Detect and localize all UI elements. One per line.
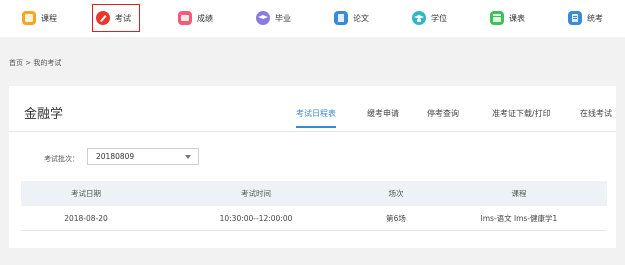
nav-label-degree: 学位 — [431, 13, 447, 23]
nav-label-exam: 考试 — [115, 13, 131, 23]
cell-course: lms-语文 lms-健康学1 — [480, 213, 558, 223]
top-nav: 课程 考试 成绩 毕业 论文 学位 课表 统考 — [0, 0, 625, 37]
header-session: 场次 — [388, 189, 404, 198]
tab-defer-application[interactable]: 缓考申请 — [367, 108, 399, 128]
cell-session: 第6场 — [386, 213, 406, 223]
nav-item-grade[interactable]: 成绩 — [178, 6, 213, 30]
tab-exam-schedule[interactable]: 考试日程表 — [296, 108, 336, 128]
tab-divider — [9, 131, 616, 132]
graduation-icon — [256, 11, 270, 25]
nav-label-unified-exam: 统考 — [587, 13, 603, 23]
header-course: 课程 — [511, 189, 527, 198]
unified-exam-icon — [568, 11, 582, 25]
breadcrumb[interactable]: 首页 > 我的考试 — [9, 58, 61, 68]
tab-bar: 考试日程表 缓考申请 停考查询 准考证下载/打印 在线考试 — [9, 108, 616, 130]
nav-item-unified-exam[interactable]: 统考 — [568, 6, 603, 30]
grade-icon — [178, 11, 192, 25]
tab-admission-ticket[interactable]: 准考证下载/打印 — [492, 108, 551, 128]
cell-exam-time: 10:30:00--12:00:00 — [219, 213, 293, 223]
exam-batch-select[interactable]: 20180809 — [87, 148, 199, 165]
nav-item-graduation[interactable]: 毕业 — [256, 6, 291, 30]
tab-online-exam[interactable]: 在线考试 — [580, 108, 612, 128]
course-icon — [22, 11, 36, 25]
nav-label-schedule: 课表 — [509, 13, 525, 23]
nav-label-grade: 成绩 — [197, 13, 213, 23]
exam-schedule-table: 考试日期 考试时间 场次 课程 2018-08-20 10:30:00--12:… — [21, 181, 607, 231]
nav-label-course: 课程 — [41, 13, 57, 23]
nav-item-schedule[interactable]: 课表 — [490, 6, 525, 30]
nav-item-course[interactable]: 课程 — [22, 6, 57, 30]
table-row: 2018-08-20 10:30:00--12:00:00 第6场 lms-语文… — [21, 206, 607, 231]
exam-batch-label: 考试批次： — [44, 155, 79, 163]
nav-item-degree[interactable]: 学位 — [412, 6, 447, 30]
nav-item-thesis[interactable]: 论文 — [334, 6, 369, 30]
nav-label-graduation: 毕业 — [275, 13, 291, 23]
cell-exam-date: 2018-08-20 — [64, 213, 108, 223]
exam-card: 金融学 考试日程表 缓考申请 停考查询 准考证下载/打印 在线考试 考试批次： … — [9, 86, 616, 248]
nav-item-exam[interactable]: 考试 — [92, 4, 140, 32]
chevron-down-icon — [185, 155, 191, 159]
table-header: 考试日期 考试时间 场次 课程 — [21, 181, 607, 206]
degree-icon — [412, 11, 426, 25]
header-exam-date: 考试日期 — [71, 189, 101, 198]
exam-icon — [96, 11, 110, 25]
header-exam-time: 考试时间 — [241, 189, 271, 198]
thesis-icon — [334, 11, 348, 25]
exam-batch-value: 20180809 — [96, 152, 135, 161]
schedule-icon — [490, 11, 504, 25]
tab-suspension-query[interactable]: 停考查询 — [427, 108, 459, 128]
nav-label-thesis: 论文 — [353, 13, 369, 23]
